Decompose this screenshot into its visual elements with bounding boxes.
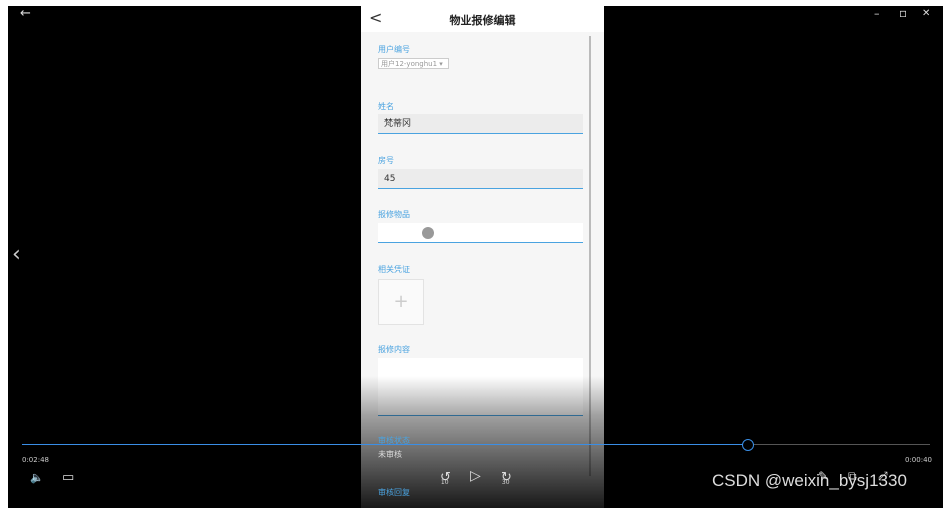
- time-current: 0:02:48: [22, 456, 49, 464]
- phone-header: < 物业报修编辑: [361, 6, 604, 32]
- video-player[interactable]: ← – ▫ ✕ ‹ < 物业报修编辑 用户编号 用户12-yonghu1 ▾ 姓…: [8, 6, 943, 508]
- play-icon[interactable]: ▷: [470, 468, 481, 484]
- phone-screen: < 物业报修编辑 用户编号 用户12-yonghu1 ▾ 姓名 梵蒂冈 房号 4…: [361, 6, 604, 508]
- proof-label: 相关凭证: [378, 265, 410, 274]
- page-title: 物业报修编辑: [449, 14, 516, 27]
- time-remaining: 0:00:40: [905, 456, 932, 464]
- item-label: 报修物品: [378, 210, 410, 219]
- seek-bar-progress: [22, 444, 749, 445]
- name-input[interactable]: 梵蒂冈: [378, 114, 583, 134]
- reply-label: 审核回复: [378, 488, 410, 497]
- minimize-icon[interactable]: –: [874, 7, 880, 21]
- subtitle-icon[interactable]: ▭: [62, 470, 74, 485]
- item-image-dot: [422, 227, 434, 239]
- restore-icon[interactable]: ▫: [899, 6, 907, 20]
- rewind-icon[interactable]: ↺10: [440, 470, 459, 486]
- user-id-label: 用户编号: [378, 45, 410, 54]
- previous-chevron-icon[interactable]: ‹: [12, 242, 21, 267]
- forward-icon[interactable]: ↻30: [501, 470, 520, 486]
- item-image-field[interactable]: [378, 223, 583, 243]
- status-value: 未审核: [378, 450, 402, 459]
- upload-button[interactable]: +: [378, 279, 424, 325]
- watermark: CSDN @weixin_bysj1330: [712, 471, 907, 490]
- screen: ← – ▫ ✕ ‹ < 物业报修编辑 用户编号 用户12-yonghu1 ▾ 姓…: [0, 0, 951, 508]
- forward-seconds: 30: [501, 479, 510, 486]
- back-arrow-icon[interactable]: ←: [20, 7, 31, 21]
- seek-bar[interactable]: [22, 444, 930, 445]
- content-label: 报修内容: [378, 345, 410, 354]
- name-label: 姓名: [378, 102, 394, 111]
- seek-thumb[interactable]: [742, 439, 755, 451]
- user-id-select[interactable]: 用户12-yonghu1 ▾: [378, 58, 449, 69]
- volume-icon[interactable]: 🔈: [30, 471, 44, 484]
- rewind-seconds: 10: [440, 479, 449, 486]
- close-icon[interactable]: ✕: [922, 7, 930, 21]
- plus-icon: +: [393, 291, 409, 312]
- room-input[interactable]: 45: [378, 169, 583, 189]
- room-label: 房号: [378, 156, 394, 165]
